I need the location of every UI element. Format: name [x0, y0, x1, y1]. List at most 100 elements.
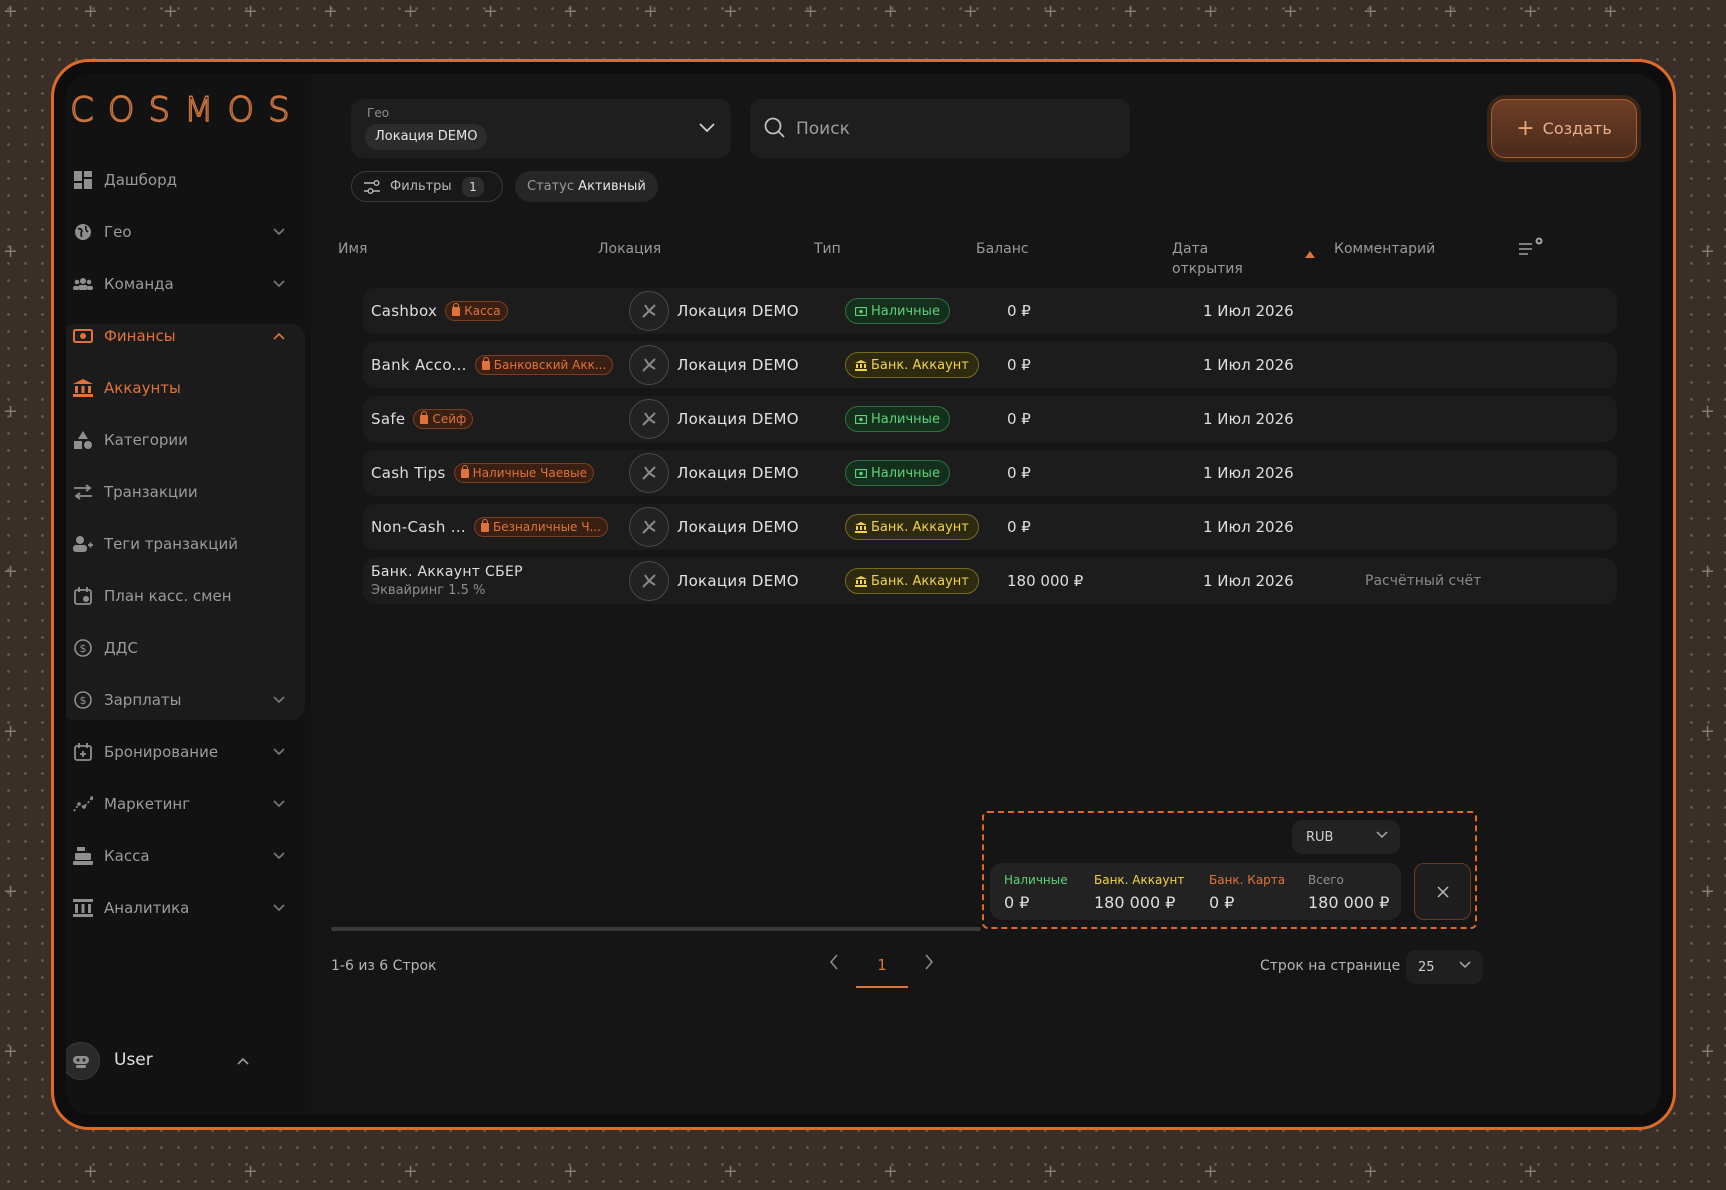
- geo-select[interactable]: Гео Локация DEMO: [351, 99, 731, 158]
- plus-decoration: +: [83, 1, 99, 22]
- table-row[interactable]: Cash Tips Наличные Чаевые Локация DEMO Н…: [363, 450, 1617, 496]
- account-name: Bank Acco...: [371, 356, 467, 374]
- total-card-label: Банк. Карта: [1209, 873, 1286, 887]
- chevron-down-icon: [272, 797, 286, 811]
- sidebar-item-label: Гео: [104, 223, 132, 241]
- account-tag-label: Наличные Чаевые: [472, 466, 588, 480]
- type-cell: Банк. Аккаунт: [845, 504, 979, 550]
- search-input[interactable]: [796, 99, 1116, 158]
- sidebar-item-dashboard[interactable]: Дашборд: [66, 158, 311, 202]
- comment-cell: Расчётный счёт: [1365, 573, 1482, 589]
- table-row[interactable]: Safe Сейф Локация DEMO Наличные 0 ₽ 1 Ию…: [363, 396, 1617, 442]
- plus-decoration: +: [3, 721, 19, 742]
- dollar-circle-icon: $: [72, 689, 94, 711]
- sidebar-item-salaries[interactable]: $ Зарплаты: [66, 678, 311, 722]
- location-avatar-icon: [629, 345, 669, 385]
- sidebar-item-analytics[interactable]: Аналитика: [66, 886, 311, 930]
- horizontal-scrollbar[interactable]: [331, 927, 981, 931]
- chevron-down-icon: [699, 121, 715, 137]
- location-avatar-icon: [629, 291, 669, 331]
- location-cell: Локация DEMO: [629, 558, 799, 604]
- account-tag: Касса: [445, 301, 508, 321]
- column-header-comment[interactable]: Комментарий: [1334, 239, 1435, 259]
- sidebar: COSMOS Дашборд Гео Команда Финансы Аккау…: [66, 74, 311, 1115]
- geo-chip[interactable]: Локация DEMO: [365, 124, 488, 150]
- filters-button[interactable]: Фильтры 1: [351, 171, 503, 202]
- balance-cell: 0 ₽: [1007, 410, 1031, 428]
- account-tag-label: Безналичные Ч...: [492, 520, 601, 534]
- sidebar-item-team[interactable]: Команда: [66, 262, 311, 306]
- column-header-location[interactable]: Локация: [598, 239, 661, 259]
- sidebar-item-label: Маркетинг: [104, 795, 191, 813]
- sidebar-item-transactions[interactable]: Транзакции: [66, 470, 311, 514]
- status-filter-chip[interactable]: Статус Активный: [515, 171, 658, 202]
- sidebar-item-categories[interactable]: Категории: [66, 418, 311, 462]
- location-avatar-icon: [629, 561, 669, 601]
- rows-per-page-select[interactable]: 25: [1406, 950, 1483, 984]
- column-header-type[interactable]: Тип: [814, 239, 841, 259]
- table-row[interactable]: Банк. Аккаунт СБЕР Эквайринг 1.5 % Локац…: [363, 558, 1617, 604]
- sidebar-item-dds[interactable]: $ ДДС: [66, 626, 311, 670]
- total-all: Всего 180 000 ₽: [1308, 873, 1389, 912]
- account-name: Non-Cash ...: [371, 518, 466, 536]
- shapes-icon: [72, 429, 94, 451]
- sort-ascending-icon[interactable]: [1305, 251, 1315, 258]
- sidebar-item-shift-plan[interactable]: План касс. смен: [66, 574, 311, 618]
- chevron-right-icon[interactable]: [924, 954, 934, 974]
- create-button[interactable]: + Создать: [1491, 99, 1637, 158]
- plus-decoration: +: [243, 1, 259, 22]
- type-cell: Наличные: [845, 396, 950, 442]
- plus-decoration: +: [3, 1, 19, 22]
- plus-decoration: +: [723, 1161, 739, 1182]
- chevron-left-icon[interactable]: [829, 954, 839, 974]
- totals-box: Наличные 0 ₽ Банк. Аккаунт 180 000 ₽ Бан…: [990, 863, 1401, 920]
- date-cell: 1 Июл 2026: [1203, 356, 1294, 374]
- plus-decoration: +: [1363, 1, 1379, 22]
- column-settings-icon[interactable]: [1518, 236, 1544, 258]
- column-header-date[interactable]: Дата открытия: [1172, 239, 1243, 279]
- sidebar-item-accounts[interactable]: Аккаунты: [66, 366, 311, 410]
- chevron-down-icon: [272, 277, 286, 291]
- column-header-balance[interactable]: Баланс: [976, 239, 1029, 259]
- sidebar-item-cashdesk[interactable]: Касса: [66, 834, 311, 878]
- plus-decoration: +: [1523, 1, 1539, 22]
- balance-cell: 0 ₽: [1007, 302, 1031, 320]
- currency-value: RUB: [1306, 829, 1334, 845]
- column-header-date-line1: Дата: [1172, 241, 1209, 257]
- plus-decoration: +: [3, 881, 19, 902]
- total-all-label: Всего: [1308, 873, 1344, 887]
- filter-icon: [364, 180, 380, 194]
- transfer-icon: [72, 481, 94, 503]
- bank-icon: [72, 377, 94, 399]
- plus-decoration: +: [723, 1, 739, 22]
- sidebar-item-label: Аккаунты: [104, 379, 181, 397]
- sidebar-item-finance[interactable]: Финансы: [66, 314, 311, 358]
- column-header-name[interactable]: Имя: [338, 239, 367, 259]
- account-tag: Безналичные Ч...: [473, 517, 608, 537]
- bank-icon: [855, 521, 867, 533]
- page-number-current[interactable]: 1: [856, 944, 908, 988]
- plus-decoration: +: [1700, 241, 1716, 262]
- table-row[interactable]: Non-Cash ... Безналичные Ч... Локация DE…: [363, 504, 1617, 550]
- geo-caption: Гео: [367, 106, 390, 120]
- search-box[interactable]: [750, 99, 1130, 158]
- sidebar-item-label: Команда: [104, 275, 174, 293]
- sidebar-item-marketing[interactable]: Маркетинг: [66, 782, 311, 826]
- table-row[interactable]: Bank Acco... Банковский Акк... Локация D…: [363, 342, 1617, 388]
- sidebar-item-transaction-tags[interactable]: Теги транзакций: [66, 522, 311, 566]
- user-name: User: [114, 1050, 153, 1070]
- sidebar-item-label: Дашборд: [104, 171, 177, 189]
- close-summary-button[interactable]: [1414, 863, 1471, 920]
- location-cell: Локация DEMO: [629, 504, 799, 550]
- app-logo: COSMOS: [69, 89, 304, 130]
- table-row[interactable]: Cashbox Касса Локация DEMO Наличные 0 ₽ …: [363, 288, 1617, 334]
- currency-select[interactable]: RUB: [1292, 820, 1400, 854]
- location-avatar-icon: [629, 399, 669, 439]
- sidebar-item-geo[interactable]: Гео: [66, 210, 311, 254]
- plus-decoration: +: [3, 401, 19, 422]
- sidebar-item-booking[interactable]: Бронирование: [66, 730, 311, 774]
- user-menu[interactable]: User: [66, 1040, 311, 1090]
- chevron-up-icon: [236, 1054, 250, 1068]
- type-badge-label: Банк. Аккаунт: [871, 519, 969, 535]
- avatar: [66, 1042, 100, 1080]
